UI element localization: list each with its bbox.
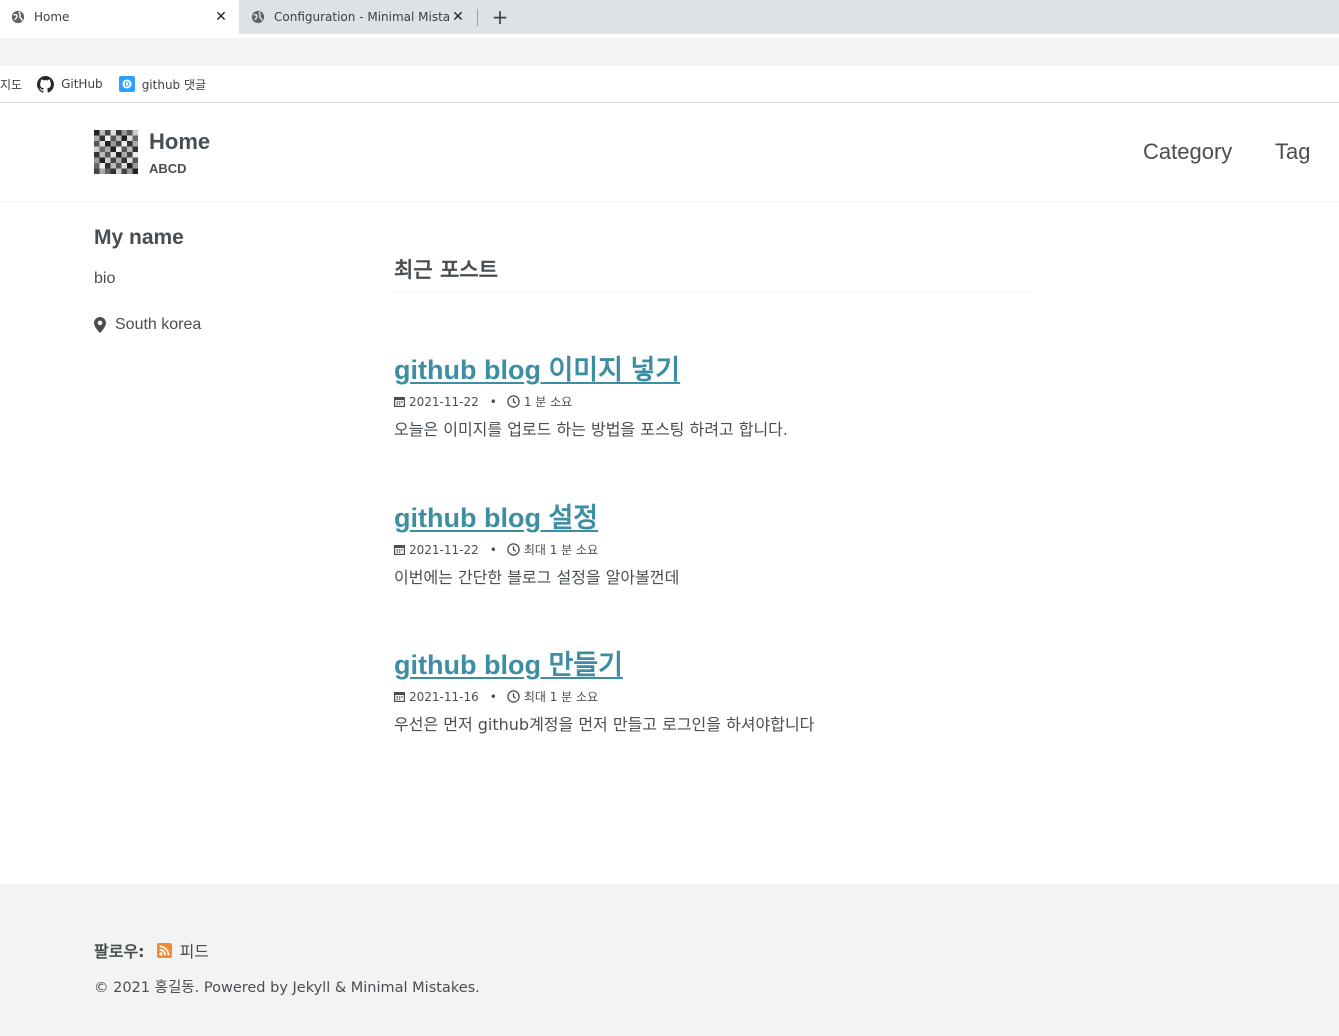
post-item: github blog 설정 2021-11-22 • 최대 1 분 소요 이번… (394, 496, 1094, 588)
footer-follow: 팔로우: 피드 (94, 938, 209, 962)
meta-separator: • (489, 394, 497, 409)
bookmarks-bar: 지도 GitHub D github 댓글 (0, 66, 1339, 103)
meta-separator: • (489, 689, 497, 704)
site-subtitle: ABCD (149, 161, 187, 176)
post-excerpt: 이번에는 간단한 블로그 설정을 알아볼껀데 (394, 568, 680, 587)
author-location: South korea (94, 316, 201, 334)
location-label: South korea (115, 316, 202, 333)
post-meta: 2021-11-22 • 최대 1 분 소요 (394, 541, 1094, 558)
calendar-icon (394, 397, 405, 407)
author-name: My name (94, 226, 184, 249)
post-item: github blog 이미지 넣기 2021-11-22 • 1 분 소요 오… (394, 348, 1094, 440)
bookmark-map[interactable]: 지도 (0, 76, 22, 93)
author-bio: bio (94, 270, 116, 287)
tab-title: Home (34, 10, 70, 24)
github-icon (37, 75, 55, 93)
globe-icon (11, 10, 25, 24)
post-read-time: 최대 1 분 소요 (523, 543, 599, 557)
site-logo[interactable] (94, 130, 138, 174)
address-bar (0, 38, 1339, 66)
follow-label: 팔로우: (94, 942, 145, 961)
post-item: github blog 만들기 2021-11-16 • 최대 1 분 소요 우… (394, 643, 1094, 735)
recent-posts-heading: 최근 포스트 (394, 254, 1030, 293)
close-icon[interactable]: ✕ (213, 9, 229, 25)
post-read-time: 1 분 소요 (523, 395, 573, 409)
page-footer: 팔로우: 피드 © 2021 홍길동. Powered by Jekyll & … (0, 884, 1339, 1036)
bookmark-label: github 댓글 (141, 77, 207, 92)
post-title-link[interactable]: github blog 만들기 (394, 643, 623, 682)
post-date: 2021-11-22 (409, 394, 479, 409)
bookmark-github-comments[interactable]: D github 댓글 (118, 76, 207, 93)
bookmark-label: GitHub (61, 77, 103, 91)
bookmark-github[interactable]: GitHub (37, 75, 103, 93)
post-date: 2021-11-16 (409, 689, 479, 704)
post-read-time: 최대 1 분 소요 (523, 690, 599, 704)
post-excerpt: 오늘은 이미지를 업로드 하는 방법을 포스팅 하려고 합니다. (394, 420, 788, 439)
tab-title: Configuration - Minimal Mistakes (274, 10, 450, 24)
meta-separator: • (489, 542, 497, 557)
masthead: Home ABCD Category Tag (0, 103, 1339, 202)
post-date: 2021-11-22 (409, 542, 479, 557)
nav-category[interactable]: Category (1143, 139, 1232, 165)
browser-tab-home[interactable]: Home ✕ (0, 0, 239, 34)
site-title[interactable]: Home (149, 129, 210, 155)
browser-tab-bar: Home ✕ Configuration - Minimal Mistakes … (0, 0, 1339, 34)
bookmark-label: 지도 (0, 77, 23, 92)
clock-icon (507, 395, 520, 408)
post-title-link[interactable]: github blog 이미지 넣기 (394, 348, 680, 387)
clock-icon (507, 543, 520, 556)
close-icon[interactable]: ✕ (450, 9, 466, 25)
post-meta: 2021-11-16 • 최대 1 분 소요 (394, 688, 1094, 705)
browser-tab-configuration[interactable]: Configuration - Minimal Mistakes ✕ (240, 0, 476, 34)
calendar-icon (394, 692, 405, 702)
nav-tag[interactable]: Tag (1275, 139, 1310, 165)
calendar-icon (394, 545, 405, 555)
post-meta: 2021-11-22 • 1 분 소요 (394, 393, 1094, 410)
tab-separator (477, 9, 478, 26)
disqus-icon: D (118, 76, 135, 92)
copyright: © 2021 홍길동. Powered by Jekyll & Minimal … (94, 980, 480, 996)
post-title-link[interactable]: github blog 설정 (394, 496, 598, 535)
clock-icon (507, 690, 520, 703)
feed-link[interactable]: 피드 (180, 938, 209, 962)
svg-text:D: D (124, 82, 129, 89)
post-excerpt: 우선은 먼저 github계정을 먼저 만들고 로그인을 하셔야합니다 (394, 715, 815, 734)
map-marker-icon (94, 317, 106, 333)
globe-icon (251, 10, 265, 24)
plus-icon[interactable]: + (489, 5, 511, 29)
rss-icon[interactable] (156, 942, 172, 958)
